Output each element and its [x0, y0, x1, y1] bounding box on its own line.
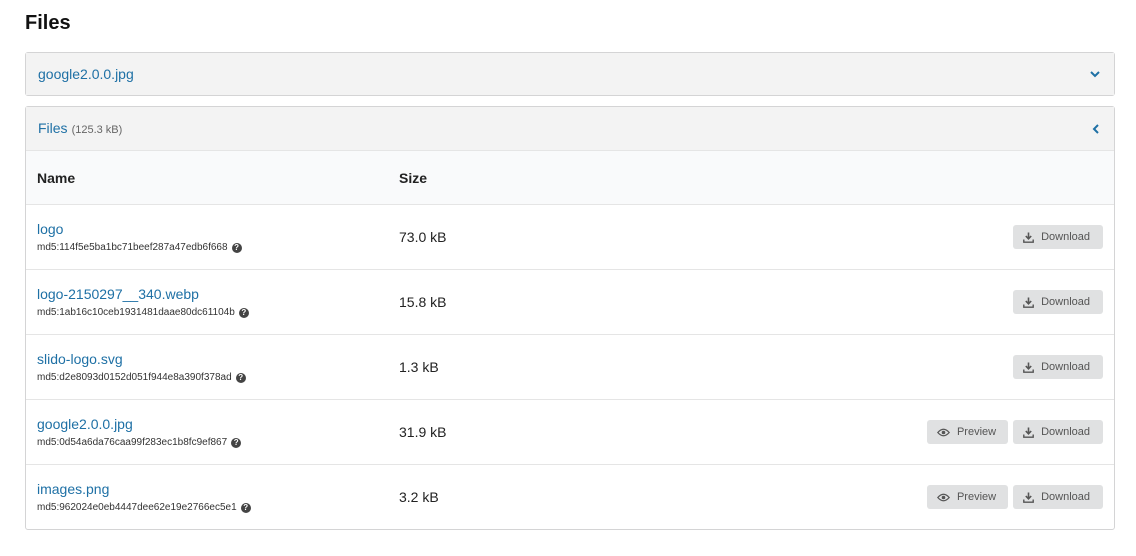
- cell-size: 31.9 kB: [388, 399, 576, 465]
- column-header-size: Size: [388, 151, 576, 205]
- file-link[interactable]: images.png: [37, 481, 377, 497]
- column-header-actions: [575, 151, 1114, 205]
- download-icon: [1023, 232, 1034, 243]
- accordion-files-title[interactable]: Files: [38, 120, 68, 136]
- download-button-label: Download: [1041, 231, 1090, 243]
- download-icon: [1023, 427, 1034, 438]
- table-row: logo-2150297__340.webp md5:1ab16c10ceb19…: [26, 269, 1114, 335]
- md5-text: md5:0d54a6da76caa99f283ec1b8fc9ef867: [37, 437, 228, 448]
- download-button-label: Download: [1041, 426, 1090, 438]
- cell-size: 73.0 kB: [388, 204, 576, 270]
- cell-actions: Download: [575, 269, 1114, 335]
- page-title: Files: [25, 12, 71, 34]
- question-circle-icon[interactable]: ?: [231, 242, 242, 253]
- cell-actions: Download: [575, 204, 1114, 270]
- cell-actions: Preview Download: [575, 399, 1114, 465]
- download-button[interactable]: Download: [1013, 290, 1103, 314]
- cell-size: 15.8 kB: [388, 269, 576, 335]
- download-button-label: Download: [1041, 491, 1090, 503]
- download-icon: [1023, 362, 1034, 373]
- download-button[interactable]: Download: [1013, 485, 1103, 509]
- download-button[interactable]: Download: [1013, 225, 1103, 249]
- md5-checksum: md5:1ab16c10ceb1931481daae80dc61104b ?: [37, 307, 377, 318]
- chevron-left-icon[interactable]: [1088, 122, 1102, 136]
- files-total-size: (125.3 kB): [71, 123, 123, 136]
- cell-size: 1.3 kB: [388, 334, 576, 400]
- accordion-files-heading: Files (125.3 kB): [38, 120, 122, 138]
- preview-button[interactable]: Preview: [926, 485, 1009, 509]
- chevron-down-icon[interactable]: [1088, 67, 1102, 81]
- md5-checksum: md5:114f5e5ba1bc71beef287a47edb6f668 ?: [37, 242, 377, 253]
- table-row: google2.0.0.jpg md5:0d54a6da76caa99f283e…: [26, 399, 1114, 465]
- cell-name: slido-logo.svg md5:d2e8093d0152d051f944e…: [26, 334, 388, 400]
- md5-text: md5:d2e8093d0152d051f944e8a390f378ad: [37, 372, 232, 383]
- accordion-preview-header[interactable]: google2.0.0.jpg: [26, 53, 1114, 95]
- md5-checksum: md5:962024e0eb4447dee62e19e2766ec5e1 ?: [37, 502, 377, 513]
- column-header-name: Name: [26, 151, 388, 205]
- question-circle-icon[interactable]: ?: [238, 307, 249, 318]
- md5-text: md5:962024e0eb4447dee62e19e2766ec5e1: [37, 502, 237, 513]
- download-button-label: Download: [1041, 296, 1090, 308]
- file-link[interactable]: slido-logo.svg: [37, 351, 377, 367]
- cell-actions: Download: [575, 334, 1114, 400]
- eye-icon: [936, 428, 950, 437]
- accordion-files: Files (125.3 kB) Name Size logo md5:114f5…: [25, 106, 1115, 530]
- download-icon: [1023, 297, 1034, 308]
- preview-button[interactable]: Preview: [926, 420, 1009, 444]
- md5-checksum: md5:d2e8093d0152d051f944e8a390f378ad ?: [37, 372, 377, 383]
- question-circle-icon[interactable]: ?: [240, 502, 251, 513]
- table-row: slido-logo.svg md5:d2e8093d0152d051f944e…: [26, 334, 1114, 400]
- cell-name: logo-2150297__340.webp md5:1ab16c10ceb19…: [26, 269, 388, 335]
- cell-actions: Preview Download: [575, 465, 1114, 530]
- file-link[interactable]: logo-2150297__340.webp: [37, 286, 377, 302]
- accordion-files-header[interactable]: Files (125.3 kB): [26, 107, 1114, 151]
- files-page: Files google2.0.0.jpg Files (125.3 kB) Na…: [0, 0, 1136, 556]
- preview-button-label: Preview: [956, 491, 997, 503]
- file-link[interactable]: google2.0.0.jpg: [37, 416, 377, 432]
- download-button-label: Download: [1041, 361, 1090, 373]
- question-circle-icon[interactable]: ?: [235, 372, 246, 383]
- eye-icon: [936, 493, 950, 502]
- download-icon: [1023, 492, 1034, 503]
- cell-name: google2.0.0.jpg md5:0d54a6da76caa99f283e…: [26, 399, 388, 465]
- table-header-row: Name Size: [26, 151, 1114, 205]
- cell-size: 3.2 kB: [399, 489, 439, 505]
- files-table: Name Size logo md5:114f5e5ba1bc71beef287…: [26, 151, 1114, 529]
- file-link[interactable]: logo: [37, 221, 377, 237]
- md5-checksum: md5:0d54a6da76caa99f283ec1b8fc9ef867 ?: [37, 437, 377, 448]
- cell-name: images.png md5:962024e0eb4447dee62e19e27…: [26, 465, 388, 530]
- accordion-preview-title[interactable]: google2.0.0.jpg: [38, 66, 134, 82]
- download-button[interactable]: Download: [1013, 420, 1103, 444]
- table-row: logo md5:114f5e5ba1bc71beef287a47edb6f66…: [26, 204, 1114, 270]
- cell-name: logo md5:114f5e5ba1bc71beef287a47edb6f66…: [26, 204, 388, 270]
- download-button[interactable]: Download: [1013, 355, 1103, 379]
- accordion-preview: google2.0.0.jpg: [25, 52, 1115, 96]
- question-circle-icon[interactable]: ?: [231, 437, 242, 448]
- md5-text: md5:1ab16c10ceb1931481daae80dc61104b: [37, 307, 235, 318]
- table-row: images.png md5:962024e0eb4447dee62e19e27…: [26, 465, 1114, 530]
- md5-text: md5:114f5e5ba1bc71beef287a47edb6f668: [37, 242, 228, 253]
- preview-button-label: Preview: [956, 426, 997, 438]
